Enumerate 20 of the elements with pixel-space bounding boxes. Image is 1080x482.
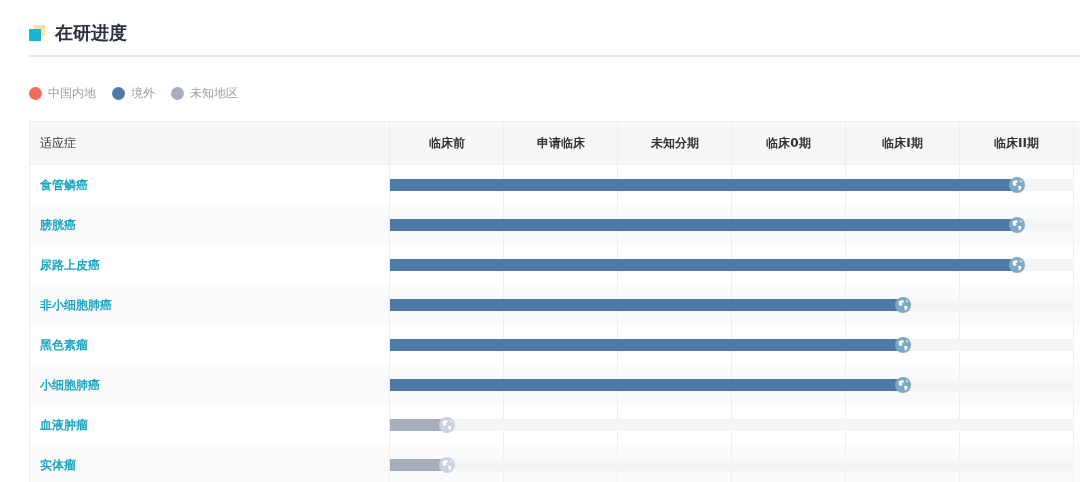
column-header: 临床I期 <box>846 122 960 164</box>
indication-link[interactable]: 小细胞肺癌 <box>40 376 100 394</box>
legend-label: 境外 <box>131 84 155 102</box>
column-header: 未知分期 <box>618 122 732 164</box>
indication-link[interactable]: 黑色素瘤 <box>40 336 88 354</box>
title-icon <box>29 24 45 42</box>
section-title: 在研进度 <box>55 21 127 45</box>
column-header: 申请临床 <box>504 122 618 164</box>
indication-link[interactable]: 实体瘤 <box>40 456 76 474</box>
legend-label: 中国内地 <box>48 84 96 102</box>
indication-link[interactable]: 膀胱癌 <box>40 216 76 234</box>
legend-label: 未知地区 <box>190 84 238 102</box>
indication-link[interactable]: 食管鳞癌 <box>40 176 88 194</box>
column-header: 适应症 <box>30 122 390 164</box>
indication-link[interactable]: 血液肿瘤 <box>40 416 88 434</box>
column-header: 临床前 <box>390 122 504 164</box>
indication-link[interactable]: 非小细胞肺癌 <box>40 296 112 314</box>
column-header: 临床0期 <box>732 122 846 164</box>
column-header: 临床II期 <box>960 122 1074 164</box>
indication-link[interactable]: 尿路上皮癌 <box>40 256 100 274</box>
